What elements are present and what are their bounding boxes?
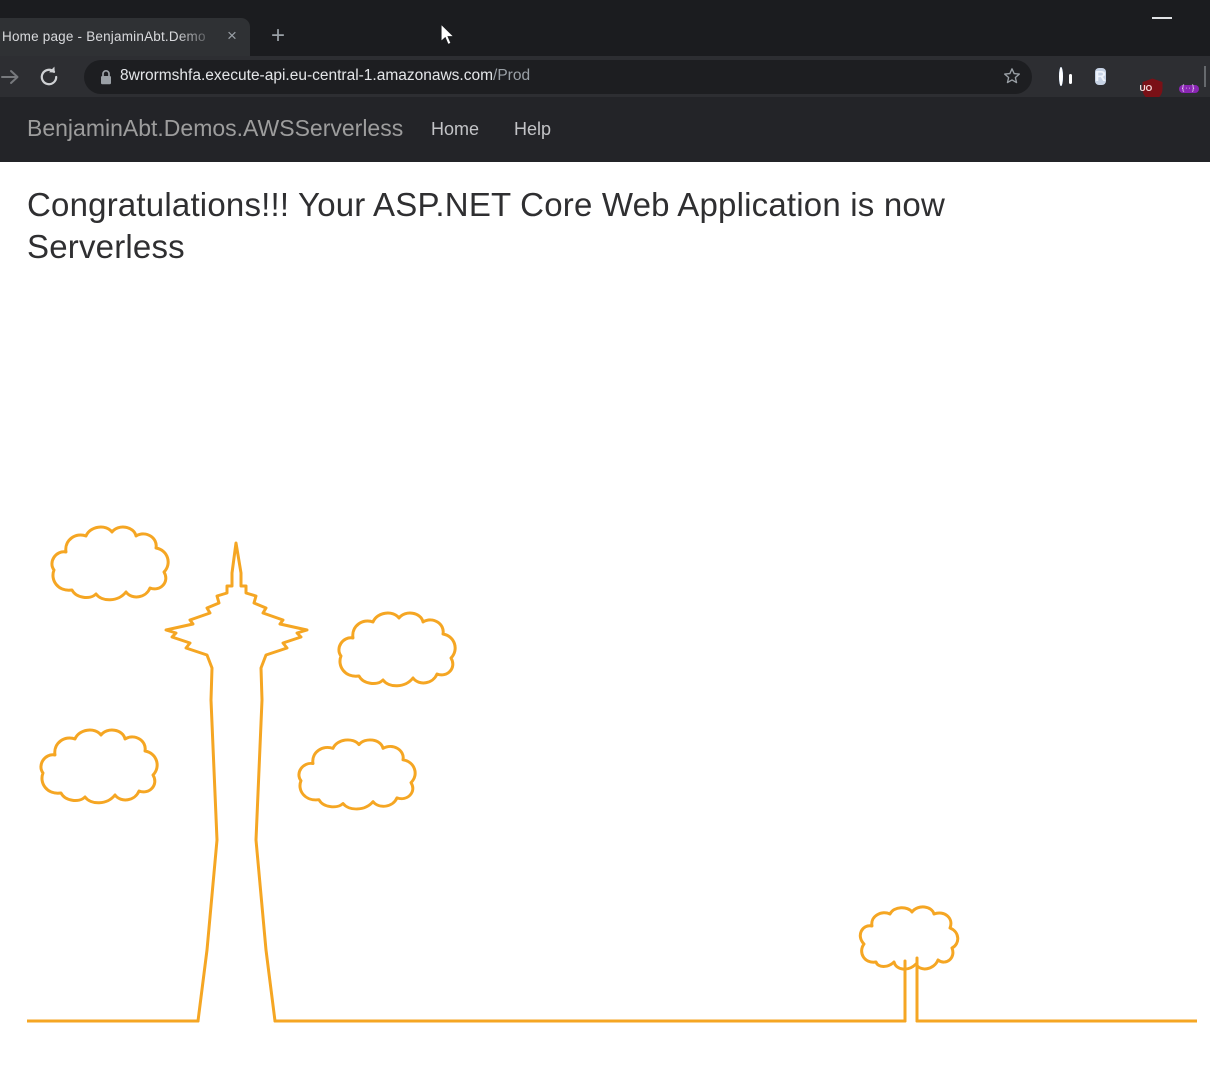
space-needle-outline — [166, 543, 307, 1021]
bookmark-star-icon[interactable] — [1001, 66, 1023, 88]
cloud-top-left — [52, 527, 168, 600]
url-domain: 8wrormshfa.execute-api.eu-central-1.amaz… — [120, 67, 493, 84]
forward-button-icon[interactable] — [0, 65, 22, 89]
1password-one-glyph — [1069, 74, 1072, 84]
cloud-middle-right — [339, 613, 455, 686]
mouse-cursor-icon — [440, 23, 456, 47]
address-bar[interactable]: 8wrormshfa.execute-api.eu-central-1.amaz… — [84, 60, 1032, 94]
extension-r-icon[interactable]: R — [1088, 64, 1113, 89]
page-title: Congratulations!!! Your ASP.NET Core Web… — [27, 184, 945, 267]
page-content: Congratulations!!! Your ASP.NET Core Web… — [0, 162, 1210, 1074]
cloud-bottom-left — [41, 730, 157, 803]
url-path: /Prod — [493, 67, 530, 84]
reload-button-icon[interactable] — [37, 65, 61, 89]
extension-purple-icon[interactable]: {··} — [1164, 64, 1189, 89]
1password-disc — [1059, 67, 1063, 86]
window-minimize-button[interactable] — [1152, 17, 1172, 19]
space-needle-illustration — [27, 300, 1197, 1025]
tab-title-fade — [176, 18, 218, 56]
toolbar-separator — [1204, 66, 1206, 87]
tab-close-icon[interactable]: × — [222, 26, 242, 46]
site-navbar: BenjaminAbt.Demos.AWSServerless Home Hel… — [0, 97, 1210, 162]
browser-tab-active[interactable]: Home page - BenjaminAbt.Demo × — [0, 18, 250, 56]
tree-canopy — [860, 907, 957, 969]
page-title-line1: Congratulations!!! Your ASP.NET Core Web… — [27, 184, 945, 226]
nav-link-home[interactable]: Home — [431, 119, 479, 140]
browser-toolbar: 8wrormshfa.execute-api.eu-central-1.amaz… — [0, 56, 1210, 97]
page-title-line2: Serverless — [27, 226, 945, 268]
extension-1password-icon[interactable] — [1048, 64, 1073, 89]
browser-tab-strip: Home page - BenjaminAbt.Demo × + — [0, 0, 1210, 56]
new-tab-button[interactable]: + — [264, 22, 292, 50]
extension-ublock-origin-icon[interactable]: UO — [1127, 64, 1152, 89]
secure-lock-icon[interactable] — [99, 69, 113, 86]
cloud-bottom-middle — [299, 740, 415, 809]
navbar-brand[interactable]: BenjaminAbt.Demos.AWSServerless — [27, 115, 403, 142]
r-letter: R — [1095, 68, 1106, 85]
illustration-strokes — [27, 527, 1197, 1021]
url-text[interactable]: 8wrormshfa.execute-api.eu-central-1.amaz… — [120, 67, 530, 85]
purple-glyph: {··} — [1179, 85, 1199, 93]
nav-link-help[interactable]: Help — [514, 119, 551, 140]
